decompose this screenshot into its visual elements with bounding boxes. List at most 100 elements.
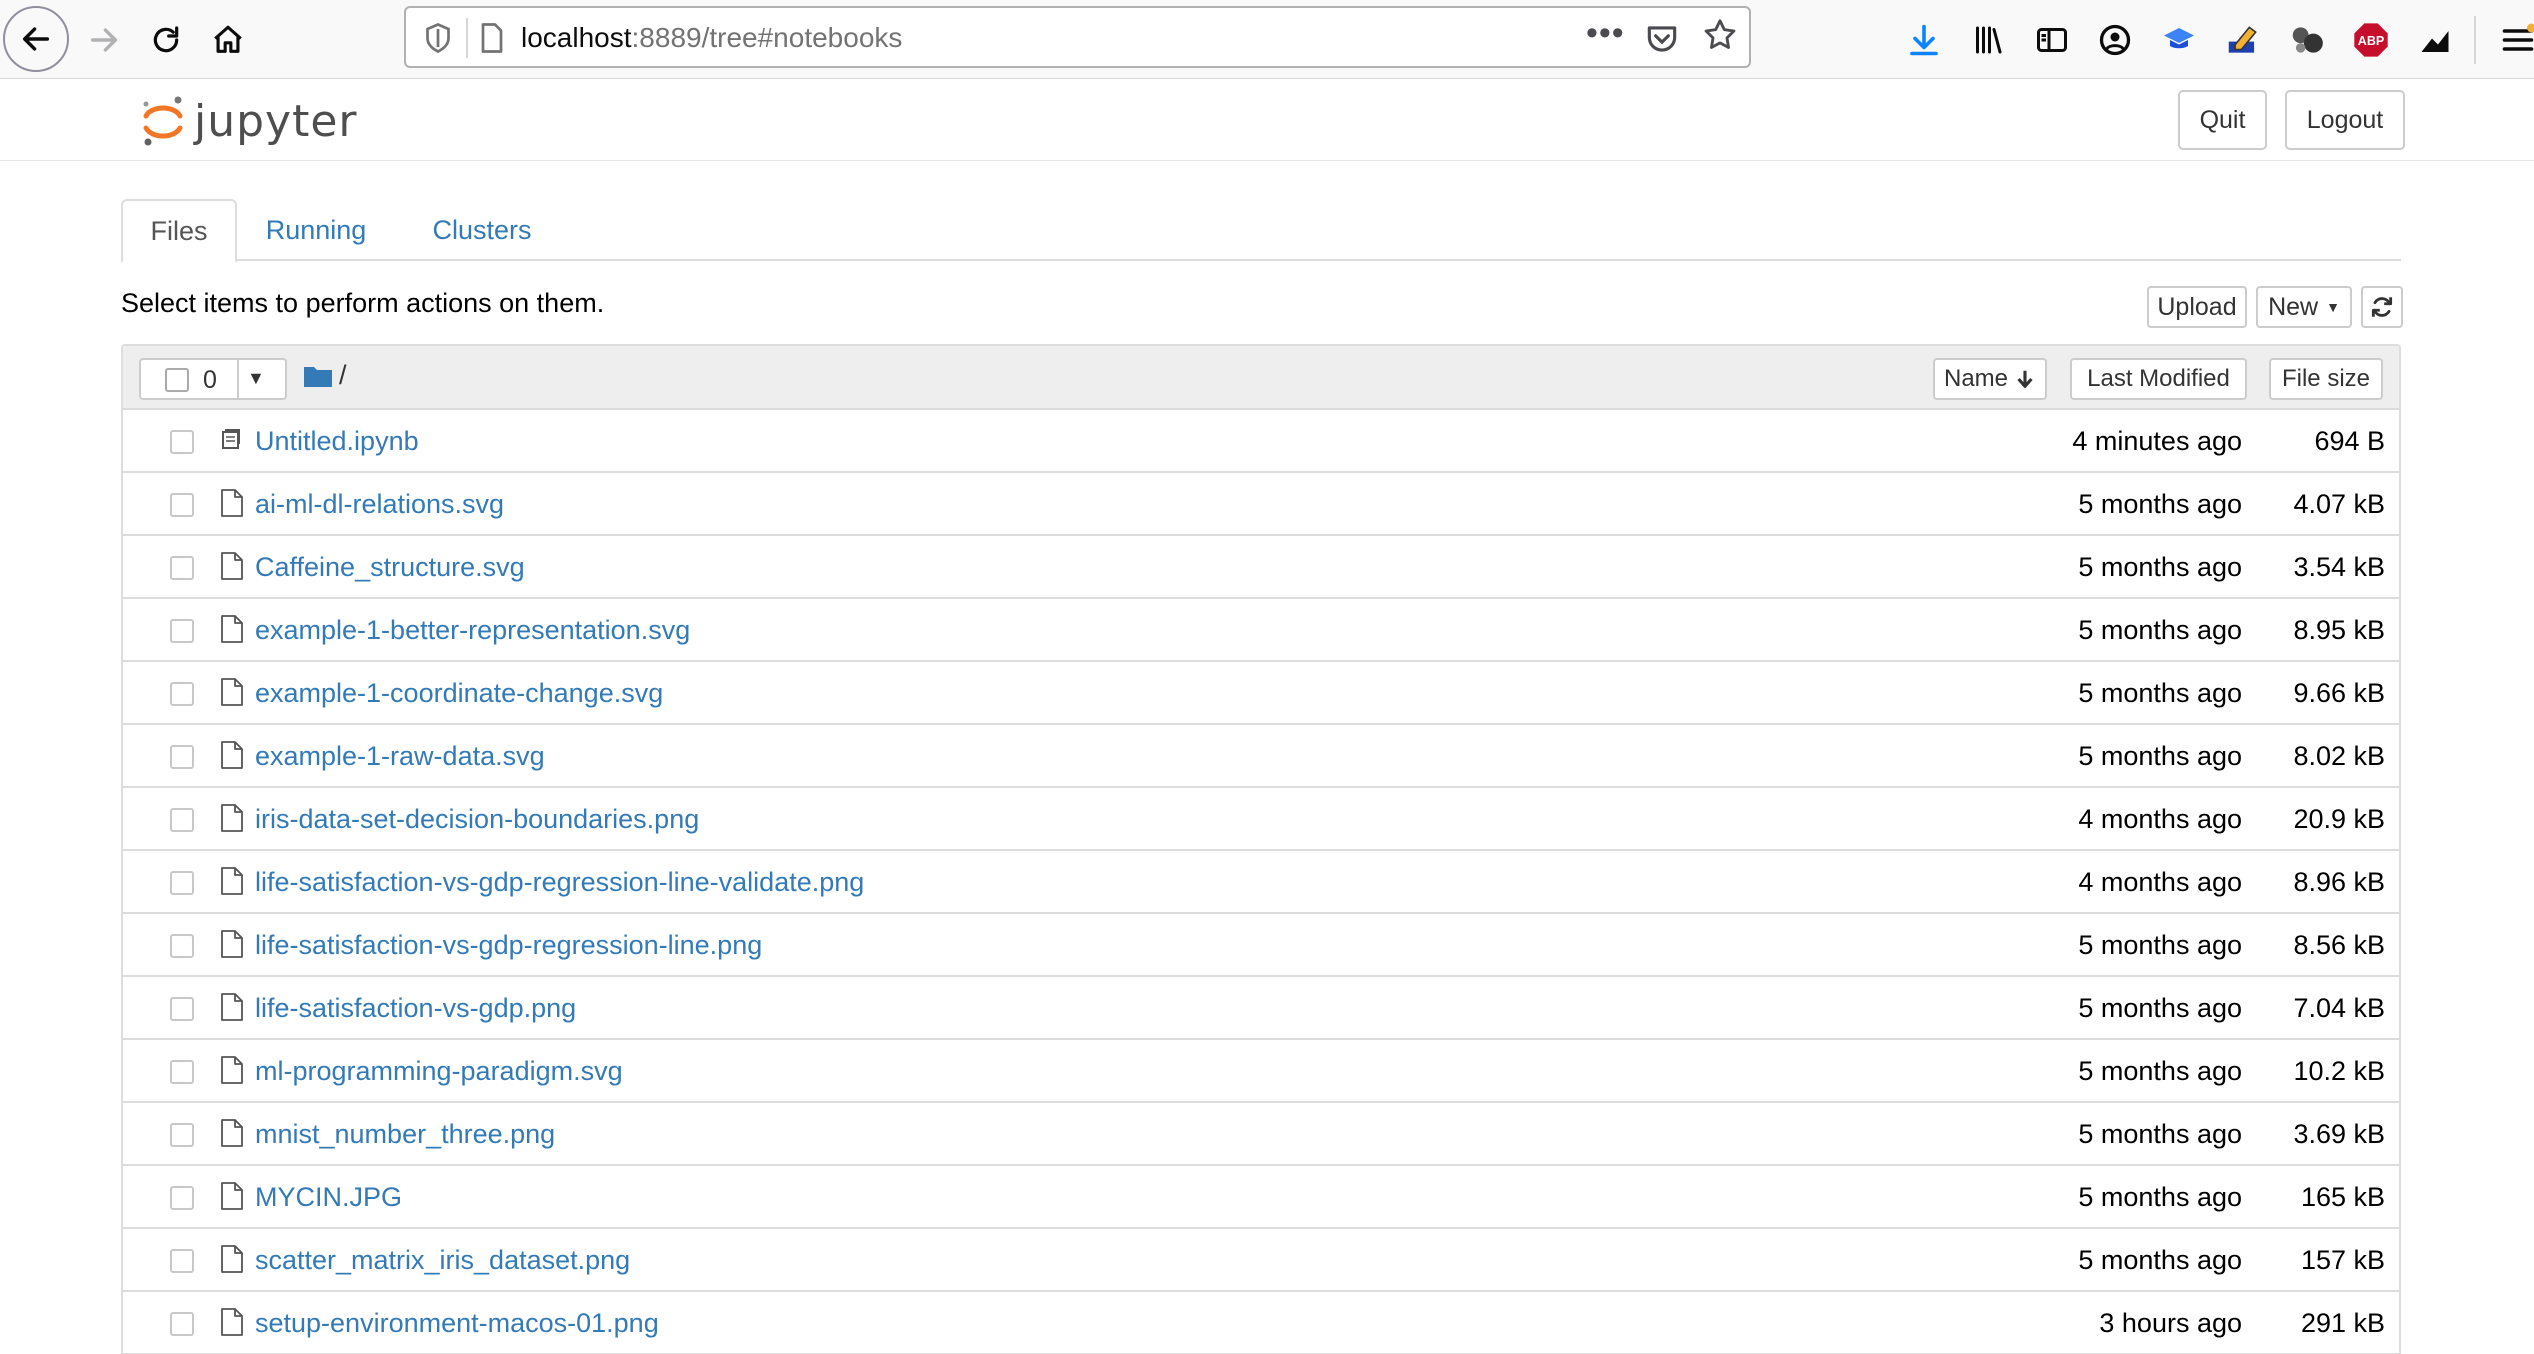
file-name-link[interactable]: example-1-coordinate-change.svg — [255, 678, 663, 709]
file-modified: 5 months ago — [2078, 615, 2242, 645]
url-separator — [466, 18, 468, 58]
account-icon[interactable] — [2093, 18, 2137, 62]
file-name-link[interactable]: MYCIN.JPG — [255, 1182, 402, 1213]
row-checkbox[interactable] — [170, 556, 194, 580]
file-name-link[interactable]: life-satisfaction-vs-gdp-regression-line… — [255, 867, 864, 898]
file-row[interactable]: Untitled.ipynb 4 minutes ago 694 B — [123, 410, 2399, 473]
file-name-link[interactable]: Untitled.ipynb — [255, 426, 419, 457]
menu-icon[interactable] — [2496, 18, 2534, 62]
file-name-link[interactable]: example-1-better-representation.svg — [255, 615, 690, 646]
row-checkbox[interactable] — [170, 493, 194, 517]
file-name-link[interactable]: ml-programming-paradigm.svg — [255, 1056, 623, 1087]
file-row[interactable]: example-1-better-representation.svg 5 mon… — [123, 599, 2399, 662]
jupyter-logo[interactable]: jupyter — [140, 91, 358, 151]
file-name-link[interactable]: ai-ml-dl-relations.svg — [255, 489, 504, 520]
sort-by-size-button[interactable]: File size — [2269, 358, 2383, 400]
file-row[interactable]: iris-data-set-decision-boundaries.png 4 m… — [123, 788, 2399, 851]
row-checkbox[interactable] — [170, 745, 194, 769]
url-bar[interactable]: localhost:8889/tree#notebooks ••• — [404, 6, 1751, 68]
sidebar-icon[interactable] — [2030, 18, 2074, 62]
file-row[interactable]: scatter_matrix_iris_dataset.png 5 months … — [123, 1229, 2399, 1292]
tab-files[interactable]: Files — [121, 199, 237, 263]
row-checkbox[interactable] — [170, 934, 194, 958]
row-checkbox[interactable] — [170, 1312, 194, 1336]
row-checkbox[interactable] — [170, 808, 194, 832]
row-checkbox[interactable] — [170, 1249, 194, 1273]
library-icon[interactable] — [1966, 18, 2010, 62]
sort-name-label: Name — [1943, 365, 2009, 392]
notebook-icon — [220, 426, 244, 454]
file-row[interactable]: life-satisfaction-vs-gdp-regression-line… — [123, 851, 2399, 914]
file-name-link[interactable]: example-1-raw-data.svg — [255, 741, 545, 772]
file-row[interactable]: life-satisfaction-vs-gdp.png 5 months ago… — [123, 977, 2399, 1040]
quit-button[interactable]: Quit — [2178, 90, 2267, 150]
breadcrumb-root[interactable]: / — [339, 360, 347, 391]
caret-down-icon[interactable]: ▼ — [247, 368, 265, 389]
file-row[interactable]: ai-ml-dl-relations.svg 5 months ago 4.07 k… — [123, 473, 2399, 536]
star-icon[interactable] — [1701, 16, 1739, 63]
file-modified: 4 months ago — [2078, 867, 2242, 897]
row-checkbox[interactable] — [170, 1123, 194, 1147]
file-icon — [220, 1119, 244, 1147]
download-icon[interactable] — [1902, 18, 1946, 62]
file-size: 165 kB — [2300, 1182, 2385, 1212]
upload-button[interactable]: Upload — [2147, 286, 2247, 328]
new-dropdown-button[interactable]: New ▼ — [2256, 286, 2352, 328]
file-name-link[interactable]: setup-environment-macos-01.png — [255, 1308, 659, 1339]
file-size: 694 B — [2314, 426, 2385, 456]
tab-running[interactable]: Running — [251, 199, 381, 261]
arrow-down-icon — [2017, 370, 2033, 388]
page-icon[interactable] — [474, 20, 510, 56]
file-row[interactable]: example-1-coordinate-change.svg 5 months … — [123, 662, 2399, 725]
file-row[interactable]: mnist_number_three.png 5 months ago 3.69 k… — [123, 1103, 2399, 1166]
logout-button[interactable]: Logout — [2285, 90, 2405, 150]
url-text[interactable]: localhost:8889/tree#notebooks — [521, 22, 902, 54]
adblock-icon[interactable]: ABP — [2349, 18, 2393, 62]
edit-extension-icon[interactable] — [2221, 18, 2265, 62]
tab-clusters[interactable]: Clusters — [417, 199, 547, 261]
file-size: 4.07 kB — [2293, 489, 2385, 519]
stats-icon[interactable] — [2413, 18, 2457, 62]
file-modified: 5 months ago — [2078, 930, 2242, 960]
file-row[interactable]: example-1-raw-data.svg 5 months ago 8.02 k… — [123, 725, 2399, 788]
home-button[interactable] — [206, 18, 250, 62]
file-size: 10.2 kB — [2293, 1056, 2385, 1086]
arrow-right-icon — [90, 28, 118, 52]
url-host: localhost — [521, 22, 632, 53]
file-row[interactable]: life-satisfaction-vs-gdp-regression-line… — [123, 914, 2399, 977]
reload-button[interactable] — [144, 18, 188, 62]
file-name-link[interactable]: Caffeine_structure.svg — [255, 552, 525, 583]
forward-button[interactable] — [82, 20, 126, 60]
file-name-link[interactable]: life-satisfaction-vs-gdp.png — [255, 993, 576, 1024]
file-name-link[interactable]: iris-data-set-decision-boundaries.png — [255, 804, 699, 835]
jupyter-logo-icon — [143, 96, 183, 146]
file-name-link[interactable]: scatter_matrix_iris_dataset.png — [255, 1245, 630, 1276]
file-row[interactable]: ml-programming-paradigm.svg 5 months ago 1… — [123, 1040, 2399, 1103]
row-checkbox[interactable] — [170, 997, 194, 1021]
file-name-link[interactable]: mnist_number_three.png — [255, 1119, 555, 1150]
file-row[interactable]: Caffeine_structure.svg 5 months ago 3.54 k… — [123, 536, 2399, 599]
row-checkbox[interactable] — [170, 1186, 194, 1210]
folder-icon[interactable] — [303, 364, 333, 388]
file-name-link[interactable]: life-satisfaction-vs-gdp-regression-line… — [255, 930, 762, 961]
shield-icon[interactable] — [420, 20, 456, 56]
file-modified: 5 months ago — [2078, 1245, 2242, 1275]
file-row[interactable]: MYCIN.JPG 5 months ago 165 kB — [123, 1166, 2399, 1229]
jupyter-header: jupyter Quit Logout — [0, 79, 2534, 161]
ellipsis-icon[interactable]: ••• — [1586, 14, 1625, 53]
sort-by-modified-button[interactable]: Last Modified — [2070, 358, 2247, 400]
row-checkbox[interactable] — [170, 682, 194, 706]
file-row[interactable]: setup-environment-macos-01.png 3 hours ag… — [123, 1292, 2399, 1354]
row-checkbox[interactable] — [170, 619, 194, 643]
select-all-checkbox[interactable] — [165, 368, 189, 392]
spheres-extension-icon[interactable] — [2285, 18, 2329, 62]
row-checkbox[interactable] — [170, 871, 194, 895]
refresh-button[interactable] — [2361, 286, 2403, 328]
pocket-icon[interactable] — [1643, 20, 1681, 58]
sort-by-name-button[interactable]: Name — [1933, 358, 2047, 400]
svg-text:ABP: ABP — [2358, 34, 2384, 48]
graduation-cap-icon[interactable] — [2157, 18, 2201, 62]
row-checkbox[interactable] — [170, 430, 194, 454]
back-button[interactable] — [3, 6, 69, 72]
row-checkbox[interactable] — [170, 1060, 194, 1084]
